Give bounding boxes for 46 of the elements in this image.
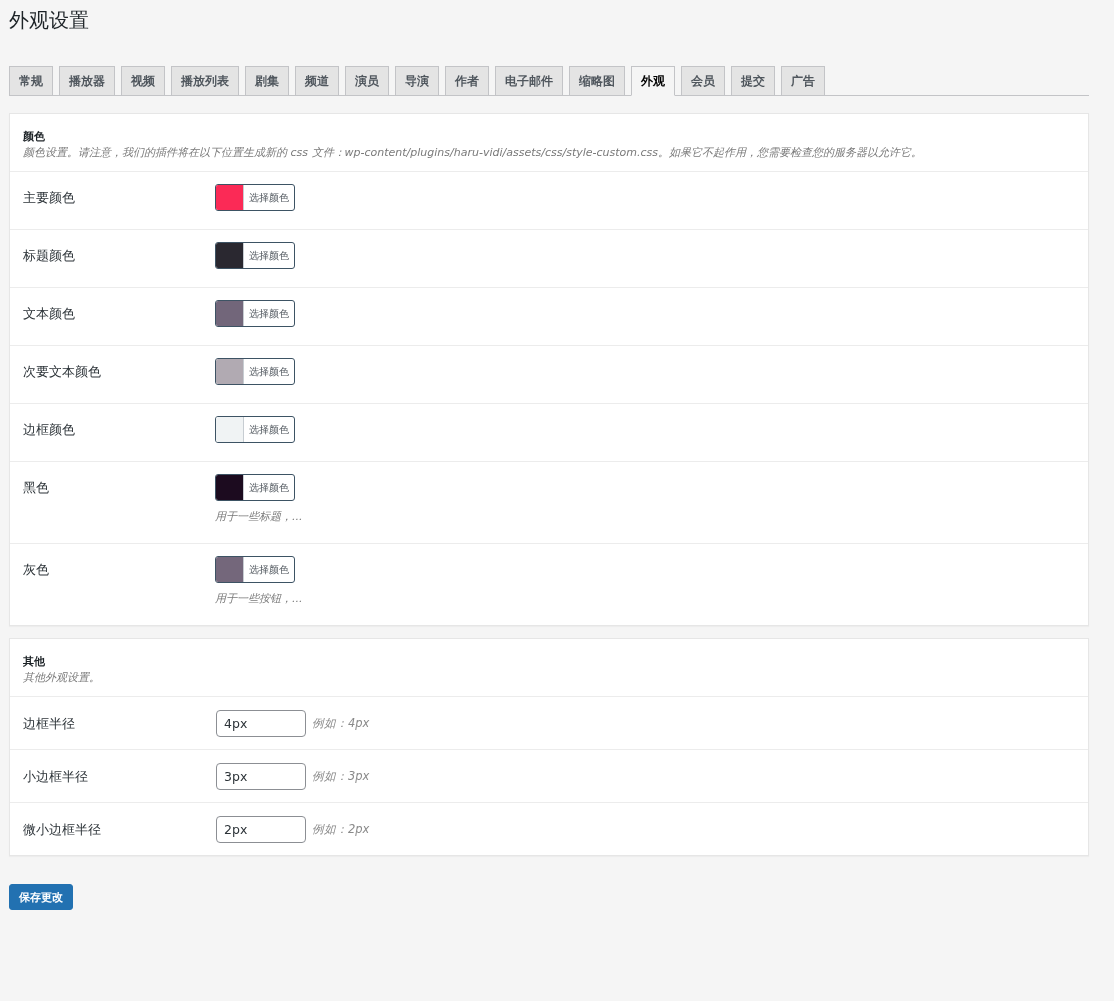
setting-label: 边框半径 <box>23 715 76 733</box>
tab[interactable]: 播放列表 <box>171 66 239 96</box>
input-field[interactable]: 2px <box>216 816 306 843</box>
tab[interactable]: 演员 <box>345 66 389 96</box>
tab[interactable]: 外观 <box>631 66 675 96</box>
color-picker-button[interactable]: 选择颜色 <box>215 184 295 211</box>
color-picker-button[interactable]: 选择颜色 <box>215 416 295 443</box>
section-description: 颜色设置。请注意，我们的插件将在以下位置生成新的 css 文件：wp-content/plugins/haru-vidi/assets/css/style-custom.css。如果它不起作用，您需要检查您的服务器以允许它。 <box>23 145 922 161</box>
tab[interactable]: 剧集 <box>245 66 289 96</box>
setting-label: 微小边框半径 <box>23 821 102 839</box>
field-note: 用于一些按钮，... <box>215 591 303 607</box>
setting-label: 灰色 <box>23 561 50 579</box>
tab[interactable]: 频道 <box>295 66 339 96</box>
tab[interactable]: 视频 <box>121 66 165 96</box>
tab[interactable]: 缩略图 <box>569 66 625 96</box>
color-picker-button[interactable]: 选择颜色 <box>215 300 295 327</box>
tab[interactable]: 播放器 <box>59 66 115 96</box>
tab[interactable]: 会员 <box>681 66 725 96</box>
tab[interactable]: 导演 <box>395 66 439 96</box>
setting-label: 次要文本颜色 <box>23 363 102 381</box>
color-picker-button[interactable]: 选择颜色 <box>215 556 295 583</box>
hint-text: 例如：3px <box>312 769 370 784</box>
setting-label: 边框颜色 <box>23 421 76 439</box>
hint-text: 例如：2px <box>312 822 370 837</box>
section-description: 其他外观设置。 <box>23 670 100 686</box>
tab[interactable]: 常规 <box>9 66 53 96</box>
setting-label: 标题颜色 <box>23 247 76 265</box>
field-note: 用于一些标题，... <box>215 509 303 525</box>
tab[interactable]: 电子邮件 <box>495 66 563 96</box>
color-picker-button[interactable]: 选择颜色 <box>215 242 295 269</box>
save-button[interactable]: 保存更改 <box>9 884 73 910</box>
input-field[interactable]: 3px <box>216 763 306 790</box>
hint-text: 例如：4px <box>312 716 370 731</box>
color-picker-button[interactable]: 选择颜色 <box>215 358 295 385</box>
tab[interactable]: 作者 <box>445 66 489 96</box>
setting-label: 小边框半径 <box>23 768 89 786</box>
color-picker-button[interactable]: 选择颜色 <box>215 474 295 501</box>
input-field[interactable]: 4px <box>216 710 306 737</box>
tab[interactable]: 广告 <box>781 66 825 96</box>
setting-label: 主要颜色 <box>23 189 76 207</box>
page-title: 外观设置 <box>9 7 89 33</box>
section-heading: 颜色 <box>23 129 45 145</box>
tab[interactable]: 提交 <box>731 66 775 96</box>
section-heading: 其他 <box>23 654 45 670</box>
setting-label: 文本颜色 <box>23 305 76 323</box>
setting-label: 黑色 <box>23 479 50 497</box>
